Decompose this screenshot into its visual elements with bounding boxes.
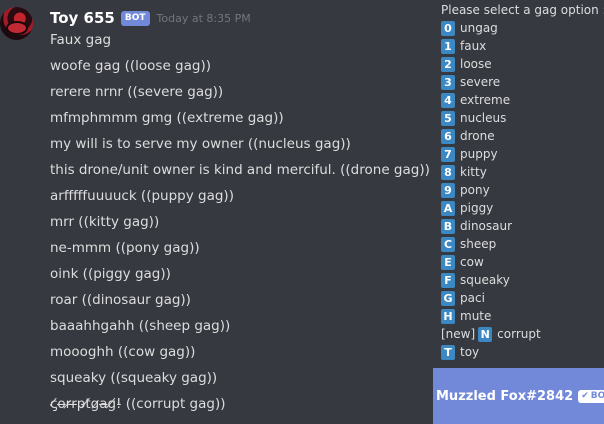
- gag-option-mute[interactable]: Hmute: [441, 307, 541, 325]
- option-label: extreme: [460, 93, 511, 107]
- message-line: mfmphmmm gmg ((extreme gag)): [50, 110, 284, 126]
- message-line: ne-mmm ((pony gag)): [50, 240, 200, 256]
- option-key-badge: E: [441, 254, 455, 270]
- option-key-badge: 8: [441, 164, 455, 180]
- option-label: drone: [460, 129, 495, 143]
- option-label: mute: [460, 309, 492, 323]
- verified-bot-badge: ✔ BOT: [578, 389, 604, 403]
- message-line: baaahhgahh ((sheep gag)): [50, 318, 231, 334]
- checkmark-icon: ✔: [581, 391, 589, 401]
- gag-option-extreme[interactable]: 4 extreme: [441, 91, 541, 109]
- option-key-badge: 4: [441, 92, 455, 108]
- option-key-badge: 1: [441, 38, 455, 54]
- gag-option-corrupt[interactable]: [new] Ncorrupt: [441, 325, 541, 343]
- option-key-badge: T: [441, 344, 455, 360]
- option-label: piggy: [460, 201, 494, 215]
- option-key-badge: H: [441, 308, 455, 324]
- message-content: Faux gag woofe gag ((loose gag)) rerere nr…: [50, 29, 435, 419]
- option-label: pony: [460, 183, 490, 197]
- gag-option-kitty[interactable]: 8 kitty: [441, 163, 541, 181]
- timestamp: Today at 8:35 PM: [156, 11, 251, 25]
- option-key-badge: G: [441, 290, 455, 306]
- gag-option-sheep[interactable]: Csheep: [441, 235, 541, 253]
- message-header: Toy 655 BOT Today at 8:35 PM: [50, 7, 251, 29]
- user-name[interactable]: Muzzled Fox#2842: [436, 389, 573, 404]
- gag-option-squeaky[interactable]: Fsqueaky: [441, 271, 541, 289]
- verified-bot-badge-label: BOT: [590, 391, 604, 401]
- option-label: faux: [460, 39, 487, 53]
- option-label: kitty: [460, 165, 487, 179]
- gag-option-ungag[interactable]: 0 ungag: [441, 19, 541, 37]
- message-line: oink ((piggy gag)): [50, 266, 171, 282]
- message-line: mrr ((kitty gag)): [50, 214, 160, 230]
- option-key-badge: 3: [441, 74, 455, 90]
- gag-option-nucleus[interactable]: 5 nucleus: [441, 109, 541, 127]
- message-line: roar ((dinosaur gag)): [50, 292, 191, 308]
- gag-option-faux[interactable]: 1 faux: [441, 37, 541, 55]
- option-label: severe: [460, 75, 501, 89]
- option-label: corrupt: [497, 327, 541, 341]
- option-label: ungag: [460, 21, 498, 35]
- option-label: paci: [460, 291, 485, 305]
- option-label: puppy: [460, 147, 498, 161]
- new-tag: [new]: [441, 327, 476, 341]
- option-key-badge: B: [441, 218, 455, 234]
- message-line: arfffffuuuuck ((puppy gag)): [50, 188, 234, 204]
- option-key-badge: A: [441, 200, 455, 216]
- message-line: rerere nrnr ((severe gag)): [50, 84, 224, 100]
- option-key-badge: F: [441, 272, 455, 288]
- message-line: moooghh ((cow gag)): [50, 344, 196, 360]
- gag-options-panel: Please select a gag option : 0 ungag 1 faux…: [436, 0, 604, 368]
- panel-title: Please select a gag option :: [441, 3, 604, 17]
- gag-option-piggy[interactable]: Apiggy: [441, 199, 541, 217]
- chat-message: Toy 655 BOT Today at 8:35 PM Faux gag woo…: [0, 0, 436, 424]
- option-key-badge: 6: [441, 128, 455, 144]
- option-key-badge: C: [441, 236, 455, 252]
- option-key-badge: 5: [441, 110, 455, 126]
- option-key-badge: N: [478, 326, 493, 342]
- gag-option-toy[interactable]: Ttoy: [441, 343, 541, 361]
- option-label: sheep: [460, 237, 497, 251]
- option-label: toy: [460, 345, 480, 359]
- message-line: c̸̡o̶r̷r̶p̵t̸g̷a̶g̸!̵ ((corrupt gag)): [50, 396, 226, 412]
- gag-option-dinosaur[interactable]: Bdinosaur: [441, 217, 541, 235]
- gag-option-pony[interactable]: 9 pony: [441, 181, 541, 199]
- option-key-badge: 0: [441, 20, 455, 36]
- option-label: dinosaur: [460, 219, 513, 233]
- option-key-badge: 2: [441, 56, 455, 72]
- gag-option-drone[interactable]: 6 drone: [441, 127, 541, 145]
- avatar[interactable]: [0, 7, 33, 40]
- option-key-badge: 7: [441, 146, 455, 162]
- gag-option-cow[interactable]: Ecow: [441, 253, 541, 271]
- user-strip[interactable]: Muzzled Fox#2842 ✔ BOT: [433, 368, 604, 424]
- gag-option-puppy[interactable]: 7 puppy: [441, 145, 541, 163]
- option-label: cow: [460, 255, 484, 269]
- option-label: loose: [460, 57, 492, 71]
- message-line: Faux gag: [50, 32, 112, 48]
- bot-tag: BOT: [120, 10, 150, 26]
- message-line: my will is to serve my owner ((nucleus g…: [50, 136, 351, 152]
- gag-option-paci[interactable]: Gpaci: [441, 289, 541, 307]
- option-label: nucleus: [460, 111, 507, 125]
- option-key-badge: 9: [441, 182, 455, 198]
- gag-options-list: 0 ungag 1 faux 2 loose 3 severe 4 extreme 5 nucleus…: [441, 19, 541, 361]
- gag-option-loose[interactable]: 2 loose: [441, 55, 541, 73]
- username[interactable]: Toy 655: [50, 9, 115, 27]
- message-line: woofe gag ((loose gag)): [50, 58, 211, 74]
- message-line: squeaky ((squeaky gag)): [50, 370, 218, 386]
- gag-option-severe[interactable]: 3 severe: [441, 73, 541, 91]
- message-line: this drone/unit owner is kind and mercif…: [50, 162, 430, 178]
- option-label: squeaky: [460, 273, 510, 287]
